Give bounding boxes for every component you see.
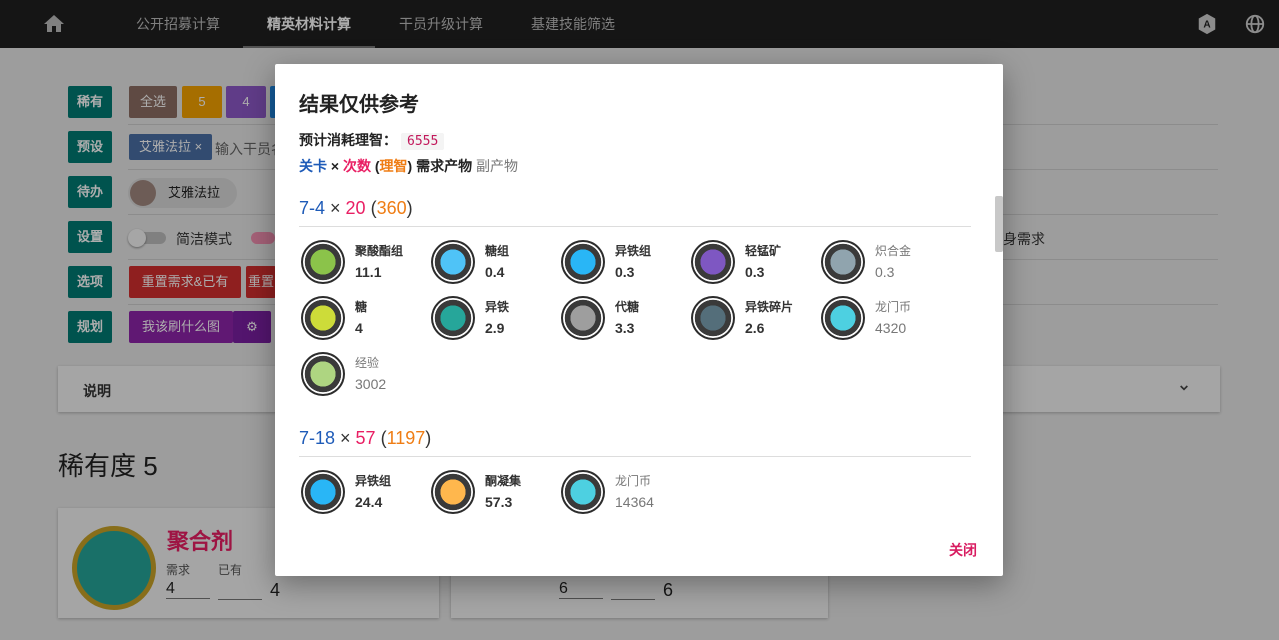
oriron-shard-icon <box>691 296 735 340</box>
oriron-icon <box>431 296 475 340</box>
item-value: 2.9 <box>485 320 505 336</box>
sugar-pack-icon <box>431 240 475 284</box>
stage-times: 20 <box>345 198 366 218</box>
item-value: 0.3 <box>875 264 895 280</box>
required-item: 聚酸酯组 11.1 <box>299 240 429 288</box>
byproduct-item: 经验 3002 <box>299 352 429 400</box>
legend-stage: 关卡 <box>299 158 327 174</box>
legend-sanity: 理智 <box>379 158 408 174</box>
byproduct-item: 龙门币 4320 <box>819 296 949 344</box>
sugar-substitute-icon <box>561 296 605 340</box>
stage-divider <box>299 456 971 457</box>
legend-times-sign: × <box>330 158 340 174</box>
legend-paren-close: ) <box>407 158 413 174</box>
item-name: 酮凝集 <box>485 474 522 488</box>
exp-icon <box>301 352 345 396</box>
oriron-cluster-icon <box>561 240 605 284</box>
close-button[interactable]: 关闭 <box>949 540 977 560</box>
legend: 关卡 × 次数 (理智) 需求产物 副产物 <box>299 156 518 176</box>
dialog-title: 结果仅供参考 <box>299 94 419 116</box>
item-value: 14364 <box>615 494 654 510</box>
required-item: 异铁碎片 2.6 <box>689 296 819 344</box>
required-item: 代糖 3.3 <box>559 296 689 344</box>
required-item: 糖4 <box>299 296 429 344</box>
sanity-label: 预计消耗理智： <box>299 132 397 148</box>
dialog-scrollbar[interactable] <box>995 196 1003 252</box>
legend-need: 需求产物 <box>416 158 473 174</box>
byproduct-item: 龙门币 14364 <box>559 470 689 518</box>
required-item: 异铁组 0.3 <box>559 240 689 288</box>
manganese-ore-icon <box>691 240 735 284</box>
result-dialog: 结果仅供参考 预计消耗理智： 6555 关卡 × 次数 (理智) 需求产物 副产物… <box>275 64 1003 576</box>
legend-count: 次数 <box>342 158 371 174</box>
stage-sanity: 360 <box>376 198 407 218</box>
required-item: 异铁 2.9 <box>429 296 559 344</box>
item-name: 代糖 <box>615 300 640 314</box>
oriron-cluster-icon <box>301 470 345 514</box>
byproduct-item: 炽合金 0.3 <box>819 240 949 288</box>
required-item: 糖组 0.4 <box>429 240 559 288</box>
item-value: 24.4 <box>355 494 383 510</box>
stage-code: 7-18 <box>299 428 336 448</box>
required-item: 轻锰矿 0.3 <box>689 240 819 288</box>
stage-code: 7-4 <box>299 198 326 218</box>
lmd-icon <box>821 296 865 340</box>
item-name: 异铁碎片 <box>745 300 794 314</box>
sanity-value: 6555 <box>401 133 445 150</box>
item-name: 糖 <box>355 300 368 314</box>
item-name: 炽合金 <box>875 244 912 258</box>
item-name: 龙门币 <box>615 474 652 488</box>
item-name: 糖组 <box>485 244 510 258</box>
polyester-pack-icon <box>301 240 345 284</box>
incandescent-alloy-icon <box>821 240 865 284</box>
item-name: 异铁组 <box>615 244 652 258</box>
item-value: 4320 <box>875 320 907 336</box>
required-item: 异铁组 24.4 <box>299 470 429 518</box>
item-name: 异铁 <box>485 300 510 314</box>
stage-times: 57 <box>355 428 376 448</box>
item-name: 聚酸酯组 <box>355 244 404 258</box>
item-name: 龙门币 <box>875 300 912 314</box>
item-value: 3.3 <box>615 320 635 336</box>
item-value: 0.3 <box>745 264 765 280</box>
item-name: 经验 <box>355 356 380 370</box>
item-value: 11.1 <box>355 264 382 280</box>
stage-heading: 7-18 × 57 (1197) <box>299 428 432 448</box>
stage-heading: 7-4 × 20 (360) <box>299 198 413 218</box>
stage-sanity: 1197 <box>386 428 426 448</box>
ketone-icon <box>431 470 475 514</box>
item-name: 轻锰矿 <box>745 244 782 258</box>
required-item: 酮凝集 57.3 <box>429 470 559 518</box>
item-value: 57.3 <box>485 494 513 510</box>
estimated-sanity: 预计消耗理智： 6555 <box>299 130 445 150</box>
item-value: 3002 <box>355 376 387 392</box>
sugar-icon <box>301 296 345 340</box>
legend-byproduct: 副产物 <box>475 158 518 174</box>
item-value: 0.3 <box>615 264 635 280</box>
stage-divider <box>299 226 971 227</box>
item-name: 异铁组 <box>355 474 392 488</box>
lmd-icon <box>561 470 605 514</box>
item-value: 0.4 <box>485 264 505 280</box>
item-value: 4 <box>355 320 363 336</box>
item-value: 2.6 <box>745 320 765 336</box>
